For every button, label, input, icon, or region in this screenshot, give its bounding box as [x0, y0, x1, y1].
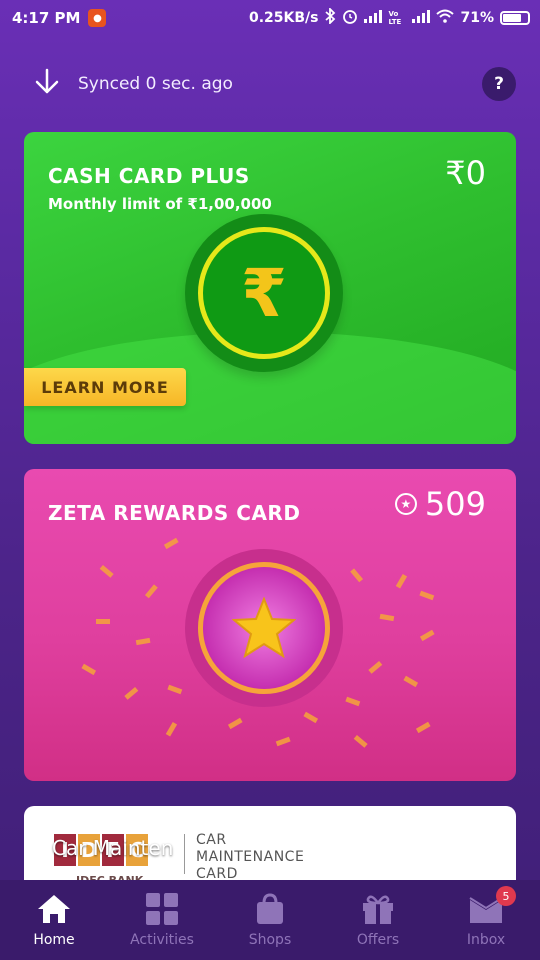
alarm-icon: [342, 8, 358, 28]
points-value: 509: [424, 485, 486, 523]
rupee-coin-icon: ₹: [185, 214, 343, 372]
idfc-card-name: CAR MAINTENANCE CARD: [196, 832, 346, 883]
idfc-divider: [184, 834, 185, 874]
bluetooth-icon: [324, 6, 336, 28]
battery-icon: [500, 11, 530, 25]
cash-card-balance: ₹0: [445, 154, 486, 192]
tab-shops[interactable]: Shops: [220, 892, 320, 948]
wifi-icon: [436, 9, 455, 27]
learn-more-button[interactable]: LEARN MORE: [24, 368, 186, 406]
gift-icon: [361, 892, 395, 926]
rewards-points: ★ 509: [394, 485, 486, 523]
tab-inbox-label: Inbox: [466, 932, 506, 948]
network-speed: 0.25KB/s: [248, 10, 319, 26]
clock: 4:17 PM: [12, 9, 81, 27]
zeta-rewards-card[interactable]: ZETA REWARDS CARD ★ 509: [24, 469, 516, 781]
tab-activities-label: Activities: [130, 932, 194, 948]
cash-card-limit: Monthly limit of ₹1,00,000: [48, 195, 272, 213]
cash-card-plus[interactable]: CASH CARD PLUS Monthly limit of ₹1,00,00…: [24, 132, 516, 444]
star-coin-icon: [185, 549, 343, 707]
sync-down-arrow-icon[interactable]: [34, 68, 60, 100]
rupee-symbol: ₹: [241, 254, 287, 332]
grid-icon: [145, 892, 179, 926]
shopping-bag-icon: [253, 892, 287, 926]
tab-activities[interactable]: Activities: [112, 892, 212, 948]
tab-offers[interactable]: Offers: [328, 892, 428, 948]
idfc-card-name-line-1: CAR: [196, 832, 227, 848]
star-circle-icon: ★: [394, 493, 417, 515]
mi-notification-icon: ●: [88, 9, 107, 27]
signal-icon-2: [412, 9, 431, 27]
tab-home-label: Home: [33, 932, 75, 948]
home-icon: [37, 892, 71, 926]
rupee-coin-ring: ₹: [198, 227, 330, 359]
idfc-card-name-line-2: MAINTENANCE: [196, 849, 305, 865]
sync-row: Synced 0 sec. ago ?: [0, 62, 540, 106]
bottom-tab-bar: Home Activities Shops Offers 5 Inbox: [0, 880, 540, 960]
star-icon: [232, 597, 296, 659]
tab-offers-label: Offers: [356, 932, 400, 948]
volte-icon: Vo LTE: [388, 10, 402, 26]
tab-shops-label: Shops: [248, 932, 292, 948]
battery-percent: 71%: [460, 10, 494, 26]
signal-icon: [364, 9, 383, 27]
sync-status-text: Synced 0 sec. ago: [78, 74, 233, 94]
rewards-card-title: ZETA REWARDS CARD: [48, 501, 301, 525]
status-bar: 4:17 PM ● 0.25KB/s Vo LTE 71%: [0, 0, 540, 36]
idfc-card-overlay-title: Car Mainten: [52, 836, 174, 860]
inbox-badge: 5: [496, 886, 516, 906]
status-right: 0.25KB/s Vo LTE 71%: [248, 6, 530, 28]
help-button[interactable]: ?: [482, 67, 516, 101]
cash-card-title: CASH CARD PLUS: [48, 164, 250, 188]
tab-home[interactable]: Home: [4, 892, 104, 948]
tab-inbox[interactable]: 5 Inbox: [436, 886, 536, 948]
star-coin-ring: [198, 562, 330, 694]
status-left: 4:17 PM ●: [12, 9, 107, 27]
